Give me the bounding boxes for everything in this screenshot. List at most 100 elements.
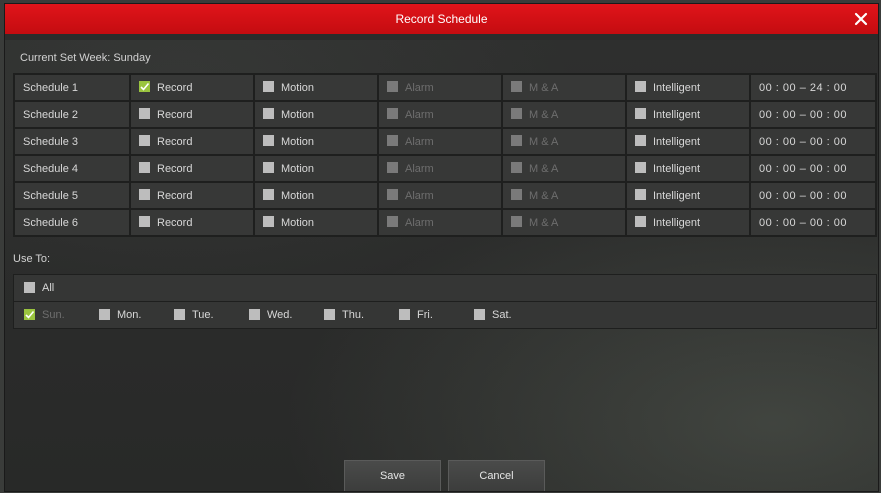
schedule-name: Schedule 2: [13, 100, 131, 129]
checkbox-icon: [139, 108, 150, 120]
checkbox-icon: [387, 216, 398, 228]
schedule-row: Schedule 5 Record Motion Alarm M & A Intellig…: [13, 181, 877, 210]
checkbox-icon: [511, 135, 522, 147]
checkbox-icon: [174, 308, 185, 320]
checkbox-icon: [511, 189, 522, 201]
schedule-row: Schedule 4 Record Motion Alarm M & A Intellig…: [13, 154, 877, 183]
current-week-label: Current Set Week: Sunday: [20, 52, 151, 64]
checkbox-icon: [511, 162, 522, 174]
alarm-checkbox: Alarm: [377, 154, 503, 183]
day-checkbox-fri[interactable]: Fri.: [399, 308, 474, 321]
time-range-field[interactable]: 00 : 00 – 00 : 00: [749, 154, 877, 183]
checkbox-icon: [324, 308, 335, 320]
schedule-name: Schedule 3: [13, 127, 131, 156]
intelligent-checkbox[interactable]: Intelligent: [625, 73, 751, 102]
time-range-field[interactable]: 00 : 00 – 24 : 00: [749, 73, 877, 102]
checkbox-icon: [387, 189, 398, 201]
checkbox-icon: [263, 135, 274, 147]
intelligent-checkbox[interactable]: Intelligent: [625, 181, 751, 210]
intelligent-checkbox[interactable]: Intelligent: [625, 127, 751, 156]
intelligent-checkbox[interactable]: Intelligent: [625, 100, 751, 129]
motion-checkbox[interactable]: Motion: [253, 208, 379, 237]
checkbox-icon: [139, 189, 150, 201]
intelligent-checkbox[interactable]: Intelligent: [625, 208, 751, 237]
alarm-checkbox: Alarm: [377, 208, 503, 237]
time-range-field[interactable]: 00 : 00 – 00 : 00: [749, 100, 877, 129]
checkbox-icon: [263, 216, 274, 228]
use-to-all-row: All: [13, 274, 877, 302]
checkbox-icon: [263, 81, 274, 93]
motion-and-alarm-checkbox: M & A: [501, 100, 627, 129]
save-button[interactable]: Save: [344, 460, 441, 491]
record-checkbox[interactable]: Record: [129, 181, 255, 210]
alarm-checkbox: Alarm: [377, 127, 503, 156]
cancel-button[interactable]: Cancel: [448, 460, 545, 491]
day-label: Wed.: [267, 309, 293, 321]
checkbox-icon: [99, 308, 110, 320]
motion-checkbox[interactable]: Motion: [253, 73, 379, 102]
motion-checkbox[interactable]: Motion: [253, 181, 379, 210]
day-checkbox-sat[interactable]: Sat.: [474, 308, 549, 321]
checkbox-icon: [635, 162, 646, 174]
checkbox-icon: [24, 281, 35, 293]
record-schedule-dialog: Record Schedule Current Set Week: Sunday…: [5, 4, 878, 491]
schedule-name: Schedule 1: [13, 73, 131, 102]
checkbox-icon: [387, 81, 398, 93]
schedule-row: Schedule 6 Record Motion Alarm M & A Intellig…: [13, 208, 877, 237]
day-checkbox-tue[interactable]: Tue.: [174, 308, 249, 321]
checkbox-icon: [139, 81, 150, 93]
close-icon[interactable]: [850, 8, 872, 30]
checkbox-icon: [387, 135, 398, 147]
motion-and-alarm-checkbox: M & A: [501, 73, 627, 102]
day-label: Sat.: [492, 309, 512, 321]
day-label: Sun.: [42, 309, 65, 321]
motion-and-alarm-checkbox: M & A: [501, 208, 627, 237]
use-to-label: Use To:: [13, 253, 51, 265]
record-checkbox[interactable]: Record: [129, 73, 255, 102]
motion-and-alarm-checkbox: M & A: [501, 127, 627, 156]
schedule-row: Schedule 1 Record Motion Alarm M & A Intellig…: [13, 73, 877, 102]
day-checkbox-thu[interactable]: Thu.: [324, 308, 399, 321]
checkbox-icon: [511, 216, 522, 228]
dialog-title: Record Schedule: [395, 12, 488, 26]
time-range-field[interactable]: 00 : 00 – 00 : 00: [749, 208, 877, 237]
record-checkbox[interactable]: Record: [129, 154, 255, 183]
use-to-days-row: Sun. Mon. Tue. Wed. Thu. Fri. Sat.: [13, 301, 877, 329]
checkbox-icon: [139, 162, 150, 174]
day-label: Thu.: [342, 309, 365, 321]
day-checkbox-wed[interactable]: Wed.: [249, 308, 324, 321]
motion-and-alarm-checkbox: M & A: [501, 154, 627, 183]
checkbox-icon: [635, 135, 646, 147]
checkbox-icon: [263, 189, 274, 201]
record-checkbox[interactable]: Record: [129, 208, 255, 237]
record-checkbox[interactable]: Record: [129, 127, 255, 156]
checkbox-icon: [263, 108, 274, 120]
alarm-checkbox: Alarm: [377, 100, 503, 129]
checkbox-icon: [635, 216, 646, 228]
checkbox-icon: [399, 308, 410, 320]
motion-checkbox[interactable]: Motion: [253, 154, 379, 183]
alarm-checkbox: Alarm: [377, 181, 503, 210]
checkbox-icon: [635, 108, 646, 120]
checkbox-icon: [511, 81, 522, 93]
checkbox-icon: [474, 308, 485, 320]
checkbox-icon: [387, 162, 398, 174]
all-checkbox[interactable]: All: [24, 281, 99, 294]
time-range-field[interactable]: 00 : 00 – 00 : 00: [749, 181, 877, 210]
day-checkbox-mon[interactable]: Mon.: [99, 308, 174, 321]
schedule-row: Schedule 3 Record Motion Alarm M & A Intellig…: [13, 127, 877, 156]
motion-checkbox[interactable]: Motion: [253, 100, 379, 129]
schedule-row: Schedule 2 Record Motion Alarm M & A Intellig…: [13, 100, 877, 129]
checkbox-icon: [263, 162, 274, 174]
checkbox-icon: [249, 308, 260, 320]
day-label: Fri.: [417, 309, 433, 321]
schedule-table: Schedule 1 Record Motion Alarm M & A Intellig…: [13, 73, 877, 237]
day-checkbox-sun: Sun.: [24, 308, 99, 321]
time-range-field[interactable]: 00 : 00 – 00 : 00: [749, 127, 877, 156]
record-checkbox[interactable]: Record: [129, 100, 255, 129]
motion-checkbox[interactable]: Motion: [253, 127, 379, 156]
intelligent-checkbox[interactable]: Intelligent: [625, 154, 751, 183]
all-label: All: [42, 282, 55, 294]
day-label: Tue.: [192, 309, 214, 321]
checkbox-icon: [139, 216, 150, 228]
